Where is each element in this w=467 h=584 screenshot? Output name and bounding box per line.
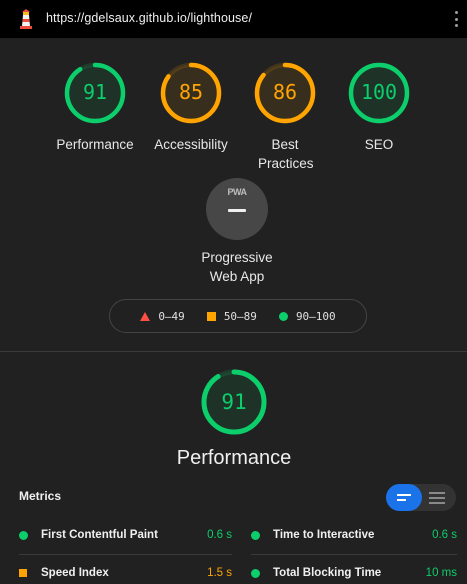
page-url: https://gdelsaux.github.io/lighthouse/ [46,11,253,25]
metric-name: Total Blocking Time [273,567,382,579]
metric-time-to-interactive: Time to Interactive 0.6 s [251,521,457,549]
metric-value: 0.6 s [432,529,457,541]
circle-icon [251,568,260,578]
section-divider [0,351,467,352]
metric-row-divider [251,554,457,555]
metric-name: Time to Interactive [273,529,375,541]
category-label: Performance [56,137,134,152]
top-bar: https://gdelsaux.github.io/lighthouse/ [0,0,467,38]
square-icon [206,311,216,321]
metric-row-divider [19,554,232,555]
compact-view-button[interactable] [386,484,422,511]
kebab-menu-icon[interactable] [455,11,459,27]
score-legend: 0–49 50–89 90–100 [109,299,367,333]
legend-pass: 90–100 [278,310,336,323]
score-value: 85 [178,80,204,104]
pwa-badge-text: PWA [227,187,247,197]
metric-first-contentful-paint: First Contentful Paint 0.6 s [19,521,232,549]
performance-title: Performance [176,447,292,469]
circle-icon [251,530,260,540]
pwa-label: Progressive Web App [201,250,273,284]
circle-icon [19,530,28,540]
pwa-badge-icon: PWA [206,178,268,240]
metric-name: Speed Index [41,567,109,579]
metric-name: First Contentful Paint [41,529,158,541]
gauge-seo[interactable]: 100 SEO [334,60,424,154]
square-icon [19,569,27,577]
gauge-accessibility[interactable]: 85 Accessibility [146,60,236,154]
gauge-performance[interactable]: 91 Performance [50,60,140,154]
score-value: 86 [272,80,298,104]
pwa-category[interactable]: PWA Progressive Web App [187,178,287,286]
gauge-best-practices[interactable]: 86 Best Practices [240,60,330,173]
category-label: Accessibility [154,137,228,152]
triangle-icon [140,311,151,321]
metric-speed-index: Speed Index 1.5 s [19,559,232,584]
category-label: Best Practices [258,137,314,171]
legend-average: 50–89 [206,310,257,323]
circle-icon [278,311,288,321]
lighthouse-icon [20,9,32,29]
score-value: 91 [82,80,108,104]
legend-fail: 0–49 [140,310,185,323]
metric-value: 0.6 s [207,529,232,541]
metrics-view-toggle[interactable] [386,484,456,511]
performance-score: 91 [221,390,247,414]
metrics-heading: Metrics [19,489,62,503]
score-value: 100 [360,80,398,104]
metric-value: 10 ms [425,567,457,579]
performance-section-gauge: 91 Performance [177,367,291,469]
metric-value: 1.5 s [207,567,232,579]
metric-total-blocking-time: Total Blocking Time 10 ms [251,559,457,584]
category-label: SEO [364,137,394,152]
